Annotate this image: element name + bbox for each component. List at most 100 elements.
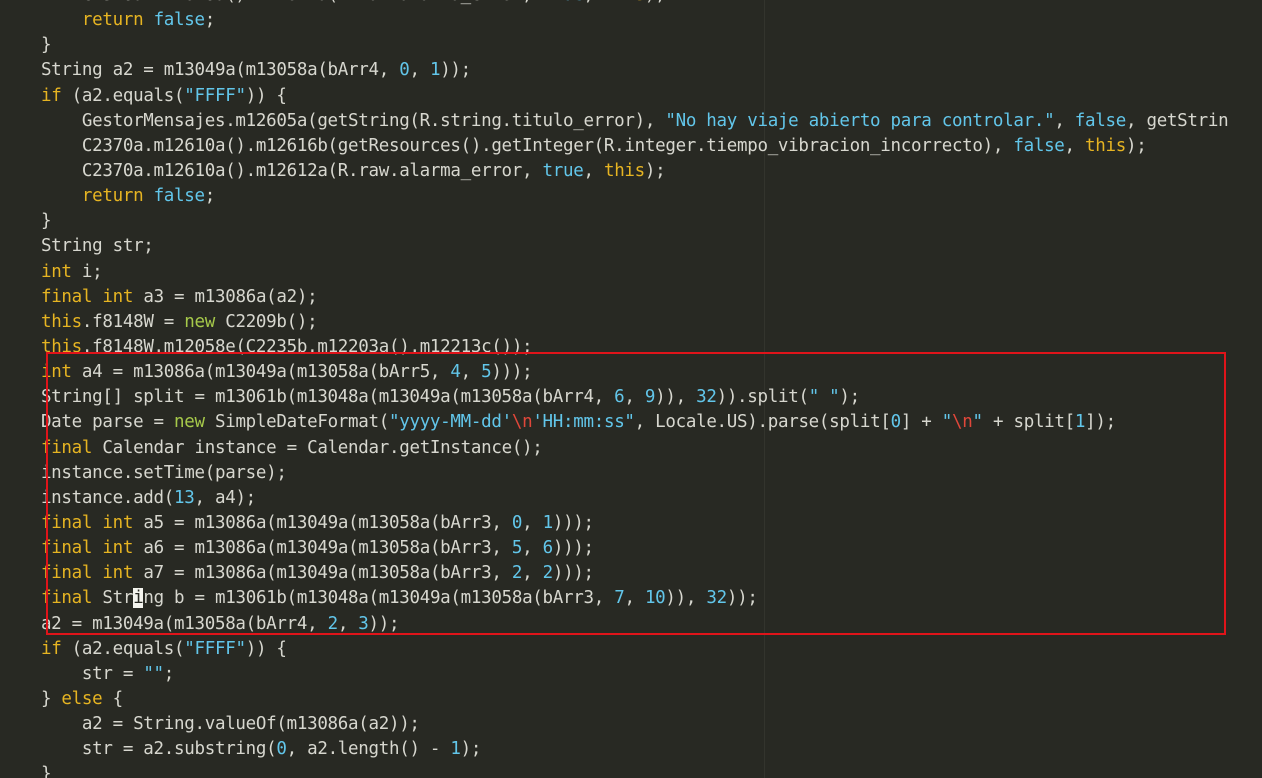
code-line[interactable]: if (a2.equals("FFFF")) { <box>0 637 1228 662</box>
text-cursor: i <box>133 588 144 609</box>
code-line[interactable]: instance.setTime(parse); <box>0 461 1228 486</box>
code-line[interactable]: final int a5 = m13086a(m13049a(m13058a(b… <box>0 511 1228 536</box>
code-token: this <box>40 336 82 357</box>
code-token: C2370a.m12610a().m12612a(R.raw.alarma_er… <box>0 0 543 5</box>
code-token: String str; <box>0 236 154 257</box>
code-token: int <box>40 362 72 383</box>
code-token: " <box>941 412 953 433</box>
code-token: Date parse = <box>0 412 175 433</box>
code-token: 5 <box>511 538 523 559</box>
code-line[interactable]: this.f8148W = new C2209b(); <box>0 310 1228 335</box>
code-token: )); <box>726 588 758 609</box>
code-token: final <box>40 437 93 458</box>
code-line[interactable]: str = ""; <box>0 662 1228 687</box>
code-token: } <box>0 35 52 56</box>
code-token: int <box>102 286 134 307</box>
code-token: , <box>522 563 543 584</box>
code-line[interactable]: } else { <box>0 687 1228 712</box>
code-line[interactable]: } <box>0 762 1228 778</box>
code-token: 2 <box>542 563 554 584</box>
code-token: C2370a.m12610a().m12612a(R.raw.alarma_er… <box>0 160 543 181</box>
code-line[interactable]: String a2 = m13049a(m13058a(bArr4, 0, 1)… <box>0 58 1228 83</box>
code-line[interactable]: instance.add(13, a4); <box>0 486 1228 511</box>
code-line[interactable]: return false; <box>0 8 1228 33</box>
code-token: ); <box>645 0 666 5</box>
code-line[interactable]: } <box>0 33 1228 58</box>
code-line[interactable]: C2370a.m12610a().m12616b(getResources().… <box>0 134 1228 159</box>
code-token: ); <box>460 739 482 760</box>
code-token: if <box>40 85 62 106</box>
code-token: String[] split = m13061b(m13048a(m13049a… <box>0 387 615 408</box>
code-token: } <box>0 688 62 709</box>
code-token: 1 <box>429 60 441 81</box>
code-token: , <box>522 538 543 559</box>
code-line[interactable]: } <box>0 209 1228 234</box>
code-token: )) { <box>245 85 287 106</box>
code-token: 32 <box>696 387 717 408</box>
code-line[interactable]: str = a2.substring(0, a2.length() - 1); <box>0 737 1228 762</box>
code-token: this <box>1085 135 1126 156</box>
code-line[interactable]: C2370a.m12610a().m12612a(R.raw.alarma_er… <box>0 159 1228 184</box>
code-token: , getStrin <box>1125 110 1229 131</box>
code-line[interactable]: final int a3 = m13086a(a2); <box>0 285 1228 310</box>
code-line[interactable]: final int a7 = m13086a(m13049a(m13058a(b… <box>0 561 1228 586</box>
code-line[interactable]: C2370a.m12610a().m12612a(R.raw.alarma_er… <box>0 0 1228 8</box>
code-token: (a2.equals( <box>61 638 185 659</box>
code-token: ); <box>839 387 860 408</box>
code-line[interactable]: GestorMensajes.m12605a(getString(R.strin… <box>0 109 1229 134</box>
code-line[interactable]: String[] split = m13061b(m13048a(m13049a… <box>0 385 1228 410</box>
code-token: 7 <box>614 588 625 609</box>
code-token: } <box>0 764 52 778</box>
code-lines[interactable]: C2370a.m12610a().m12612a(R.raw.alarma_er… <box>0 0 1229 778</box>
code-token: int <box>102 512 134 533</box>
code-token: C2370a.m12610a().m12616b(getResources().… <box>0 135 1014 156</box>
code-token: .f8148W.m12058e(C2235b.m12203a().m12213c… <box>81 336 533 357</box>
code-token: true <box>542 160 584 181</box>
code-token: final <box>40 538 93 559</box>
code-line[interactable]: final int a6 = m13086a(m13049a(m13058a(b… <box>0 536 1228 561</box>
code-line[interactable]: return false; <box>0 184 1228 209</box>
code-token: 3 <box>358 613 369 634</box>
code-line[interactable]: Date parse = new SimpleDateFormat("yyyy-… <box>0 410 1228 435</box>
code-line[interactable]: int i; <box>0 260 1228 285</box>
code-line[interactable]: int a4 = m13086a(m13049a(m13058a(bArr5, … <box>0 360 1228 385</box>
code-line[interactable]: a2 = m13049a(m13058a(bArr4, 2, 3)); <box>0 612 1228 637</box>
code-line[interactable]: final String b = m13061b(m13048a(m13049a… <box>0 586 1228 611</box>
code-token: this <box>604 0 645 5</box>
code-token: )); <box>368 613 400 634</box>
code-line[interactable]: if (a2.equals("FFFF")) { <box>0 84 1228 109</box>
code-token: + split[ <box>982 412 1075 433</box>
code-token: ))); <box>552 512 594 533</box>
code-line[interactable]: String str; <box>0 234 1228 259</box>
code-token: .f8148W = <box>81 311 185 332</box>
code-token: true <box>543 0 584 5</box>
code-editor[interactable]: C2370a.m12610a().m12612a(R.raw.alarma_er… <box>0 0 1262 778</box>
code-line[interactable]: final Calendar instance = Calendar.getIn… <box>0 436 1228 461</box>
code-token: final <box>40 286 93 307</box>
code-token: , <box>583 0 603 5</box>
code-token: )) { <box>245 638 287 659</box>
code-token: instance.setTime(parse); <box>0 462 287 483</box>
code-token: "" <box>143 663 164 684</box>
code-token: ]); <box>1085 412 1116 433</box>
code-token: )), <box>665 588 707 609</box>
code-token: 1 <box>450 739 461 760</box>
code-token: 1 <box>542 512 554 533</box>
code-line[interactable]: this.f8148W.m12058e(C2235b.m12203a().m12… <box>0 335 1228 360</box>
code-token: (a2.equals( <box>61 85 185 106</box>
code-token: "FFFF" <box>184 638 246 659</box>
code-token: , a2.length() - <box>286 739 451 760</box>
code-token: 10 <box>644 588 666 609</box>
code-token: 1 <box>1074 412 1086 433</box>
code-token: "No hay viaje abierto para controlar." <box>665 110 1055 131</box>
code-token: 2 <box>327 613 339 634</box>
code-line[interactable]: a2 = String.valueOf(m13086a(a2)); <box>0 712 1228 737</box>
code-token: " " <box>808 387 840 408</box>
